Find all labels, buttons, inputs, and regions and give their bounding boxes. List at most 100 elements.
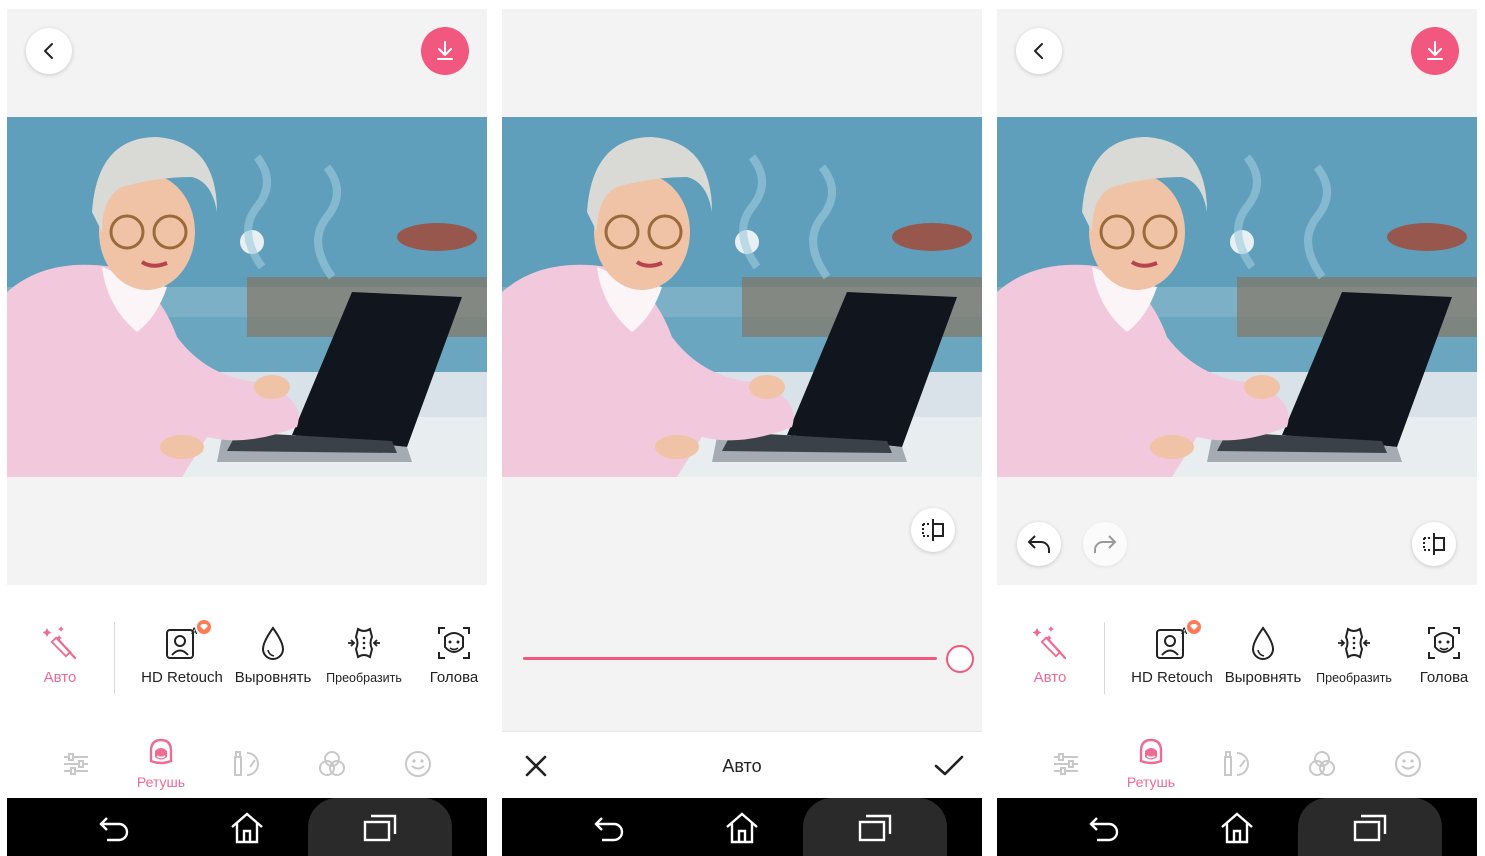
- premium-badge-icon: [1185, 618, 1203, 636]
- top-bar: [502, 9, 982, 117]
- nav-recent-button[interactable]: [855, 808, 895, 848]
- makeup-icon: [234, 751, 259, 776]
- compare-button[interactable]: [911, 508, 955, 552]
- tab-retouch[interactable]: Ретушь: [126, 737, 196, 790]
- nav-back-button[interactable]: [1085, 808, 1125, 848]
- nav-back-button[interactable]: [95, 808, 135, 848]
- nav-back-icon: [594, 817, 624, 842]
- filters-icon: [1309, 751, 1335, 776]
- body-reshape-icon: [348, 627, 380, 659]
- photo-preview[interactable]: [997, 117, 1477, 477]
- tool-head[interactable]: Голова: [408, 621, 487, 686]
- chevron-left-icon: [44, 43, 53, 59]
- nav-home-button[interactable]: [1217, 808, 1257, 848]
- photo-preview[interactable]: [7, 117, 487, 477]
- tool-auto-label: Авто: [1033, 669, 1067, 686]
- back-button[interactable]: [26, 28, 72, 74]
- tool-hd-retouch-label: HD Retouch: [141, 669, 223, 686]
- tool-auto[interactable]: Авто: [14, 621, 106, 686]
- tool-reshape-label: Преобразить: [326, 671, 402, 685]
- nav-recent-button[interactable]: [1350, 808, 1390, 848]
- smiley-icon: [1395, 751, 1421, 777]
- category-tabs: Ретушь: [997, 729, 1477, 797]
- adjust-title: Авто: [722, 756, 762, 776]
- compare-icon: [922, 519, 944, 541]
- editor-screen-auto-adjust: Авто: [502, 9, 982, 856]
- tool-reshape[interactable]: Преобразить: [1308, 621, 1400, 685]
- compare-button[interactable]: [1412, 522, 1456, 566]
- tab-makeup[interactable]: [212, 749, 282, 784]
- tool-auto[interactable]: Авто: [1004, 621, 1096, 686]
- canvas-area: [997, 477, 1477, 585]
- confirm-button[interactable]: [932, 752, 966, 780]
- tool-hd-retouch-label: HD Retouch: [1131, 669, 1213, 686]
- retouch-toolbar: Авто AI HD Retouch Выровнять Преобразить…: [7, 609, 487, 709]
- tab-stickers[interactable]: [383, 749, 453, 784]
- adjust-bottom-bar: Авто: [502, 731, 982, 798]
- system-nav-bar: [502, 798, 982, 856]
- top-bar: [997, 9, 1477, 117]
- nav-recent-icon: [1353, 814, 1387, 842]
- nav-home-button[interactable]: [722, 808, 762, 848]
- nav-recent-button[interactable]: [360, 808, 400, 848]
- download-button[interactable]: [1411, 27, 1459, 75]
- nav-home-icon: [726, 812, 758, 844]
- cancel-button[interactable]: [522, 752, 550, 780]
- intensity-slider-handle[interactable]: [946, 645, 974, 673]
- tool-auto-label: Авто: [43, 669, 77, 686]
- photo-preview[interactable]: [502, 117, 982, 477]
- nav-back-icon: [99, 817, 129, 842]
- magic-wand-icon: [42, 626, 77, 660]
- canvas-area: [502, 477, 982, 731]
- tab-retouch[interactable]: Ретушь: [1116, 737, 1186, 790]
- tab-retouch-label: Ретушь: [1126, 774, 1176, 790]
- tool-hd-retouch[interactable]: AI HD Retouch: [136, 618, 228, 686]
- canvas-area: [7, 477, 487, 585]
- download-button[interactable]: [421, 27, 469, 75]
- compare-icon: [1423, 533, 1445, 555]
- tool-head-label: Голова: [1419, 669, 1469, 686]
- tool-hd-retouch[interactable]: AI HD Retouch: [1126, 618, 1218, 686]
- redo-icon: [1094, 535, 1117, 553]
- tab-stickers[interactable]: [1373, 749, 1443, 784]
- nav-recent-icon: [858, 814, 892, 842]
- tool-smooth-label: Выровнять: [1224, 669, 1302, 686]
- smiley-icon: [405, 751, 431, 777]
- drop-icon: [1251, 626, 1275, 660]
- tab-adjust[interactable]: [1031, 749, 1101, 784]
- tool-reshape[interactable]: Преобразить: [318, 621, 410, 685]
- tab-makeup[interactable]: [1202, 749, 1272, 784]
- redo-button[interactable]: [1083, 522, 1127, 566]
- face-frame-icon: [1428, 627, 1460, 659]
- editor-screen-after-apply: Авто AI HD Retouch Выровнять Преобразить…: [997, 9, 1477, 856]
- category-tabs: Ретушь: [7, 729, 487, 797]
- sliders-icon: [64, 753, 88, 775]
- nav-home-button[interactable]: [227, 808, 267, 848]
- toolbar-divider: [114, 622, 115, 694]
- editor-screen-main: Авто AI HD Retouch Выровнять Преобразить…: [7, 9, 487, 856]
- chevron-left-icon: [1034, 43, 1043, 59]
- nav-back-button[interactable]: [590, 808, 630, 848]
- tool-smooth[interactable]: Выровнять: [227, 621, 319, 686]
- face-frame-icon: [438, 627, 470, 659]
- tool-head[interactable]: Голова: [1398, 621, 1477, 686]
- retouch-toolbar: Авто AI HD Retouch Выровнять Преобразить…: [997, 609, 1477, 709]
- nav-back-icon: [1089, 817, 1119, 842]
- drop-icon: [261, 626, 285, 660]
- tab-adjust[interactable]: [41, 749, 111, 784]
- tab-retouch-label: Ретушь: [136, 774, 186, 790]
- nav-home-icon: [1221, 812, 1253, 844]
- back-button[interactable]: [1016, 28, 1062, 74]
- undo-button[interactable]: [1017, 522, 1061, 566]
- undo-icon: [1027, 535, 1050, 553]
- body-reshape-icon: [1338, 627, 1370, 659]
- tab-filters[interactable]: [1287, 749, 1357, 784]
- premium-badge-icon: [195, 618, 213, 636]
- makeup-icon: [1224, 751, 1249, 776]
- tool-smooth-label: Выровнять: [234, 669, 312, 686]
- filters-icon: [319, 751, 345, 776]
- tool-smooth[interactable]: Выровнять: [1217, 621, 1309, 686]
- face-icon: [149, 738, 173, 765]
- tab-filters[interactable]: [297, 749, 367, 784]
- intensity-slider-track[interactable]: [523, 657, 937, 660]
